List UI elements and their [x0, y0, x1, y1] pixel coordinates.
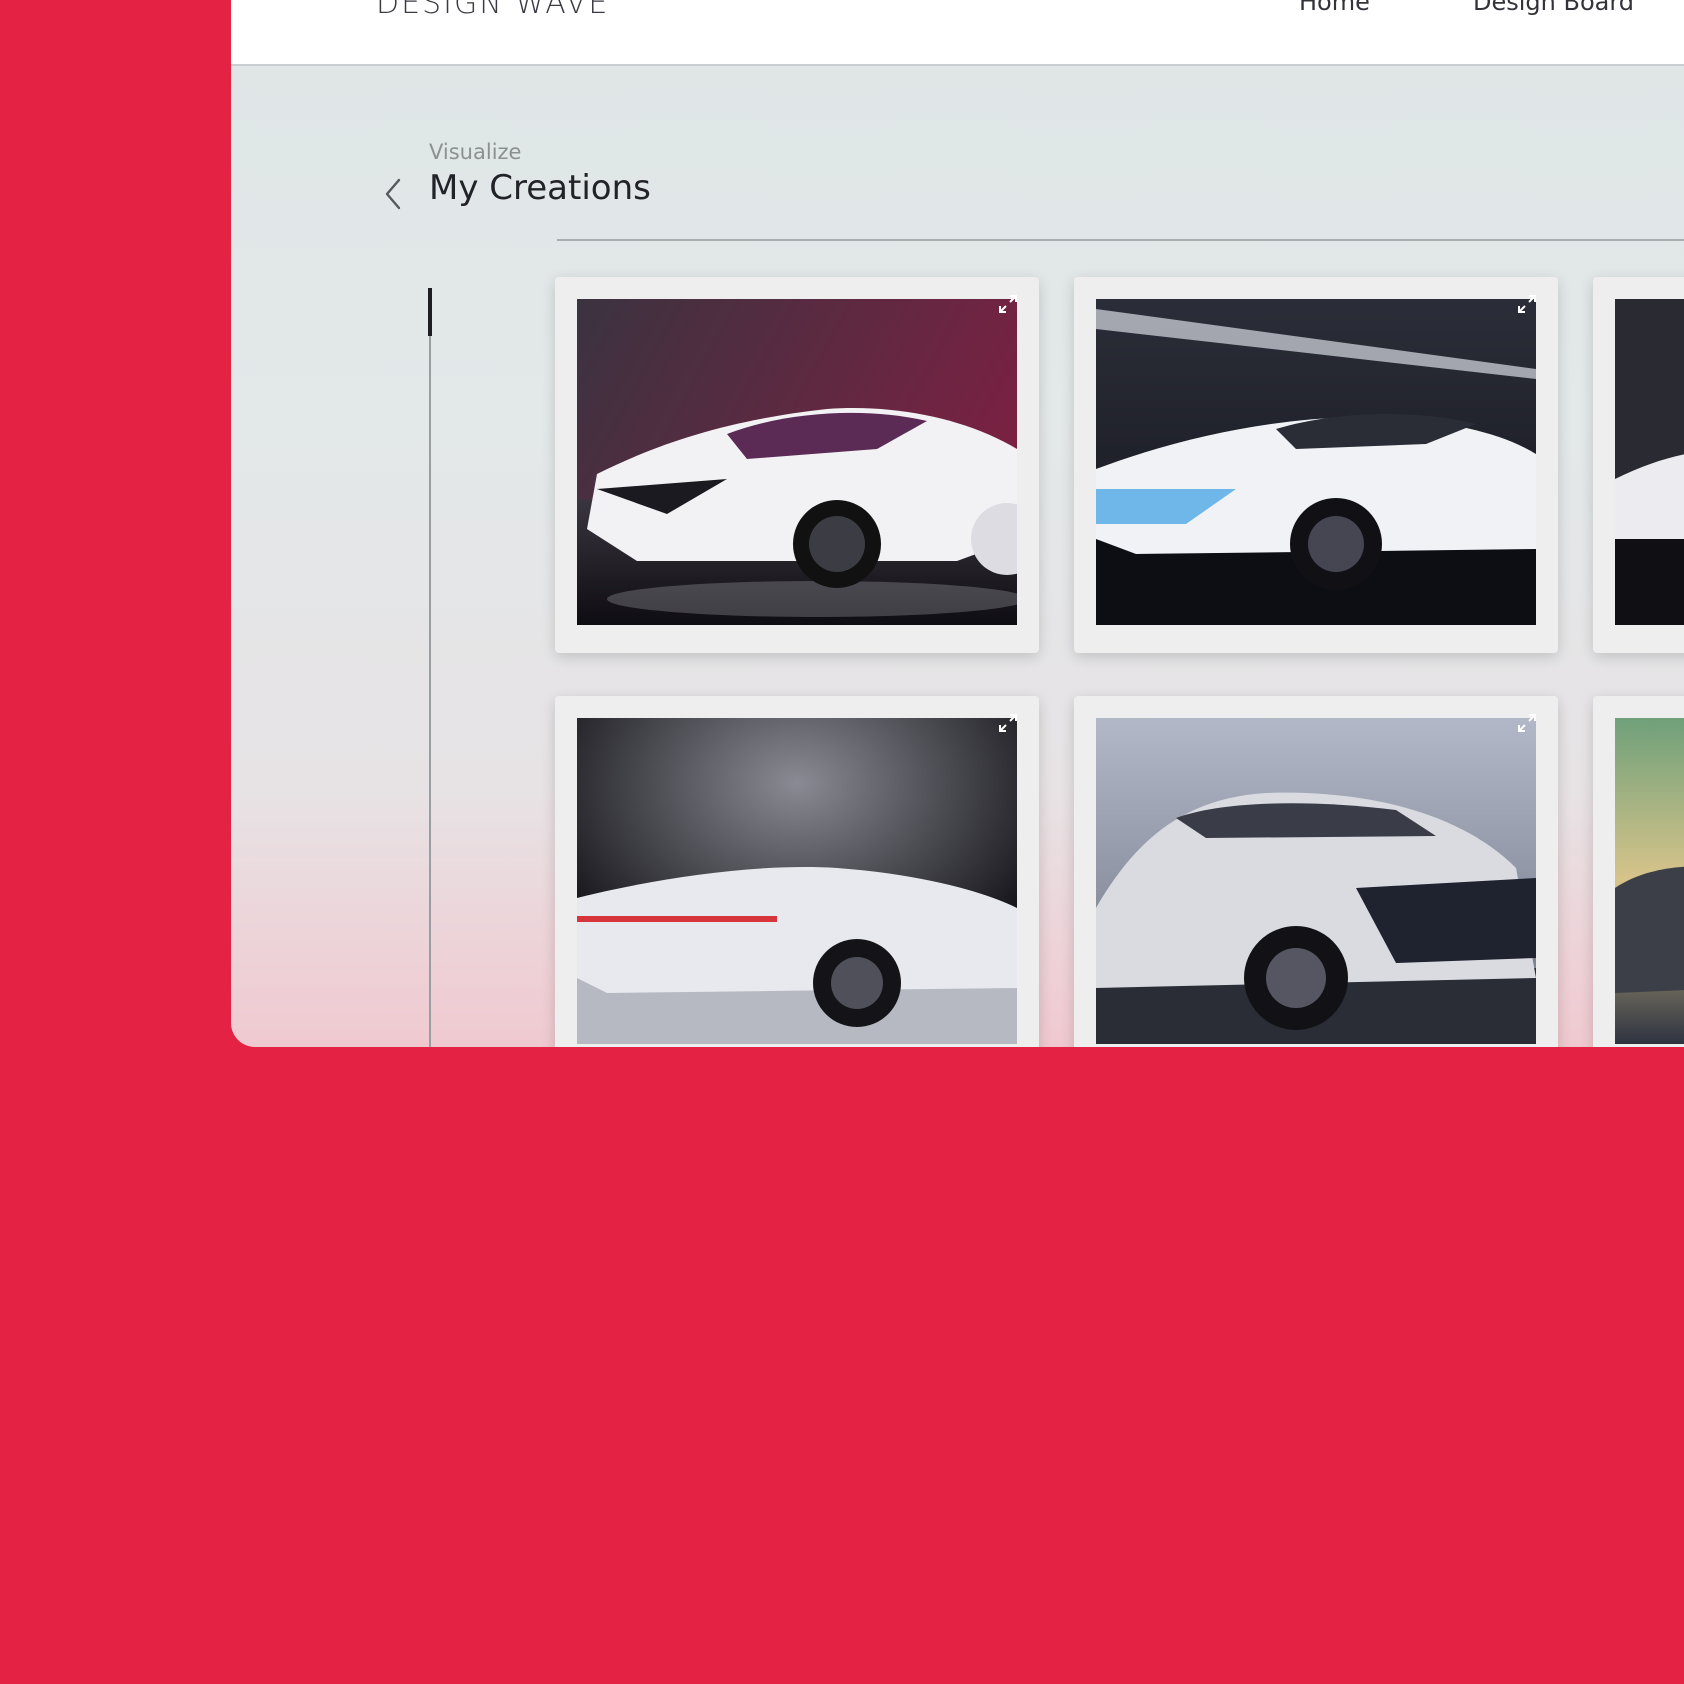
car-render-image: [577, 718, 1017, 1044]
gallery-card[interactable]: [1593, 696, 1684, 1047]
gallery-card[interactable]: [1593, 277, 1684, 653]
car-render-image: [577, 299, 1017, 625]
car-render-image: [1615, 299, 1684, 625]
scrollbar-track[interactable]: [429, 288, 431, 1047]
scrollbar-thumb[interactable]: [428, 288, 432, 336]
divider: [557, 239, 1684, 241]
car-render-image: [1096, 718, 1536, 1044]
expand-icon[interactable]: [997, 293, 1019, 315]
back-button[interactable]: [379, 172, 409, 216]
gallery-card[interactable]: [1074, 696, 1558, 1047]
gallery-card[interactable]: [1074, 277, 1558, 653]
car-render-image: [1096, 299, 1536, 625]
chevron-left-icon: [385, 178, 401, 210]
app-window: DESIGN WAVE Home Design Board Visualize …: [231, 0, 1684, 1047]
gallery-card[interactable]: [555, 277, 1039, 653]
breadcrumb[interactable]: Visualize: [429, 140, 521, 164]
nav-home-link[interactable]: Home: [1299, 0, 1370, 16]
gallery-card[interactable]: [555, 696, 1039, 1047]
car-render-image: [1615, 718, 1684, 1044]
brand-logo[interactable]: DESIGN WAVE: [376, 0, 609, 21]
expand-icon[interactable]: [1516, 293, 1538, 315]
nav-design-board-link[interactable]: Design Board: [1473, 0, 1634, 16]
expand-icon[interactable]: [1516, 712, 1538, 734]
top-navigation-bar: DESIGN WAVE Home Design Board: [231, 0, 1684, 66]
page-title: My Creations: [429, 168, 651, 208]
expand-icon[interactable]: [997, 712, 1019, 734]
